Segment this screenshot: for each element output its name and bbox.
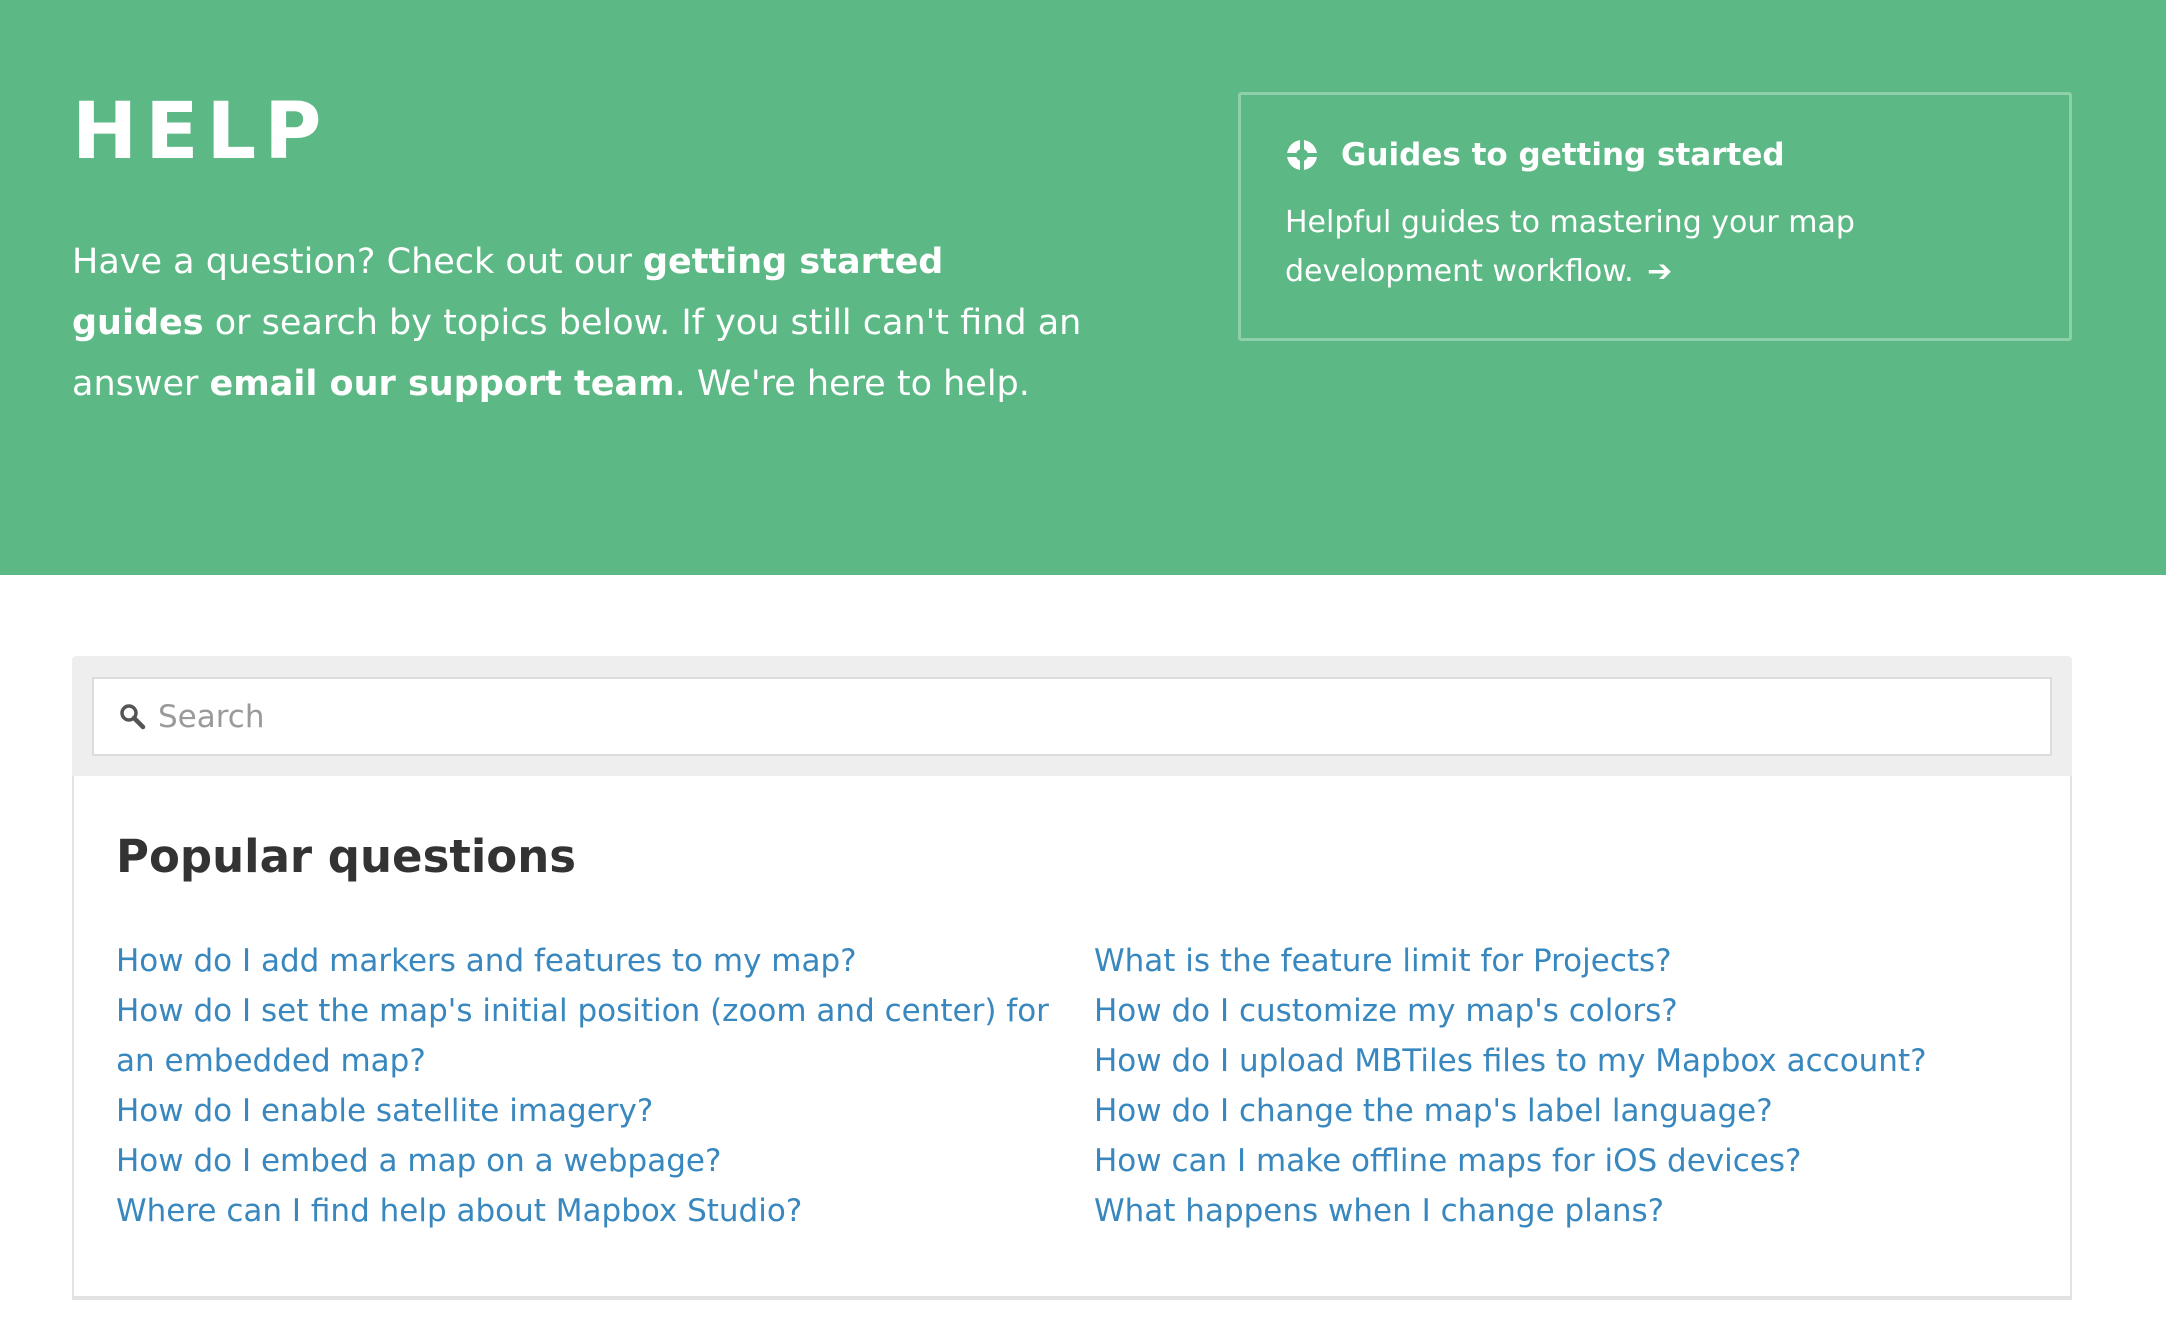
email-support-link[interactable]: email our support team (210, 364, 675, 404)
guides-card-title: Guides to getting started (1341, 137, 1785, 173)
question-link[interactable]: How do I set the map's initial position … (116, 986, 1076, 1086)
question-link[interactable]: What is the feature limit for Projects? (1094, 936, 2054, 986)
guides-card-header: Guides to getting started (1285, 137, 1785, 173)
question-link[interactable]: How do I customize my map's colors? (1094, 986, 2054, 1036)
hero-intro-text-3: . We're here to help. (674, 364, 1030, 404)
question-link[interactable]: How do I change the map's label language… (1094, 1086, 2054, 1136)
popular-questions-panel: Popular questions How do I add markers a… (72, 776, 2072, 1298)
guides-card-description: Helpful guides to mastering your map dev… (1285, 198, 2055, 296)
popular-questions-right-column: What is the feature limit for Projects? … (1094, 936, 2054, 1236)
guides-card[interactable]: Guides to getting started Helpful guides… (1238, 92, 2072, 341)
question-link[interactable]: How do I add markers and features to my … (116, 936, 1076, 986)
compass-icon (1285, 138, 1319, 172)
hero-intro-text-1: Have a question? Check out our (72, 242, 643, 282)
question-link[interactable]: How do I enable satellite imagery? (116, 1086, 1076, 1136)
hero-banner: HELP Have a question? Check out our gett… (0, 0, 2166, 575)
question-link[interactable]: How do I embed a map on a webpage? (116, 1136, 1076, 1186)
question-link[interactable]: Where can I find help about Mapbox Studi… (116, 1186, 1076, 1236)
question-link[interactable]: How can I make offline maps for iOS devi… (1094, 1136, 2054, 1186)
popular-questions-title: Popular questions (116, 830, 577, 883)
search-icon (120, 703, 146, 729)
page-title: HELP (72, 87, 330, 177)
guides-card-description-text: Helpful guides to mastering your map dev… (1285, 205, 1855, 289)
search-box[interactable] (92, 677, 2052, 756)
popular-questions-left-column: How do I add markers and features to my … (116, 936, 1076, 1236)
search-input[interactable] (158, 698, 2050, 735)
question-link[interactable]: What happens when I change plans? (1094, 1186, 2054, 1236)
arrow-right-icon: ➔ (1647, 254, 1673, 289)
panel-divider (72, 1297, 2072, 1300)
question-link[interactable]: How do I upload MBTiles files to my Mapb… (1094, 1036, 2054, 1086)
search-bar (72, 656, 2072, 776)
hero-intro: Have a question? Check out our getting s… (72, 232, 1082, 415)
